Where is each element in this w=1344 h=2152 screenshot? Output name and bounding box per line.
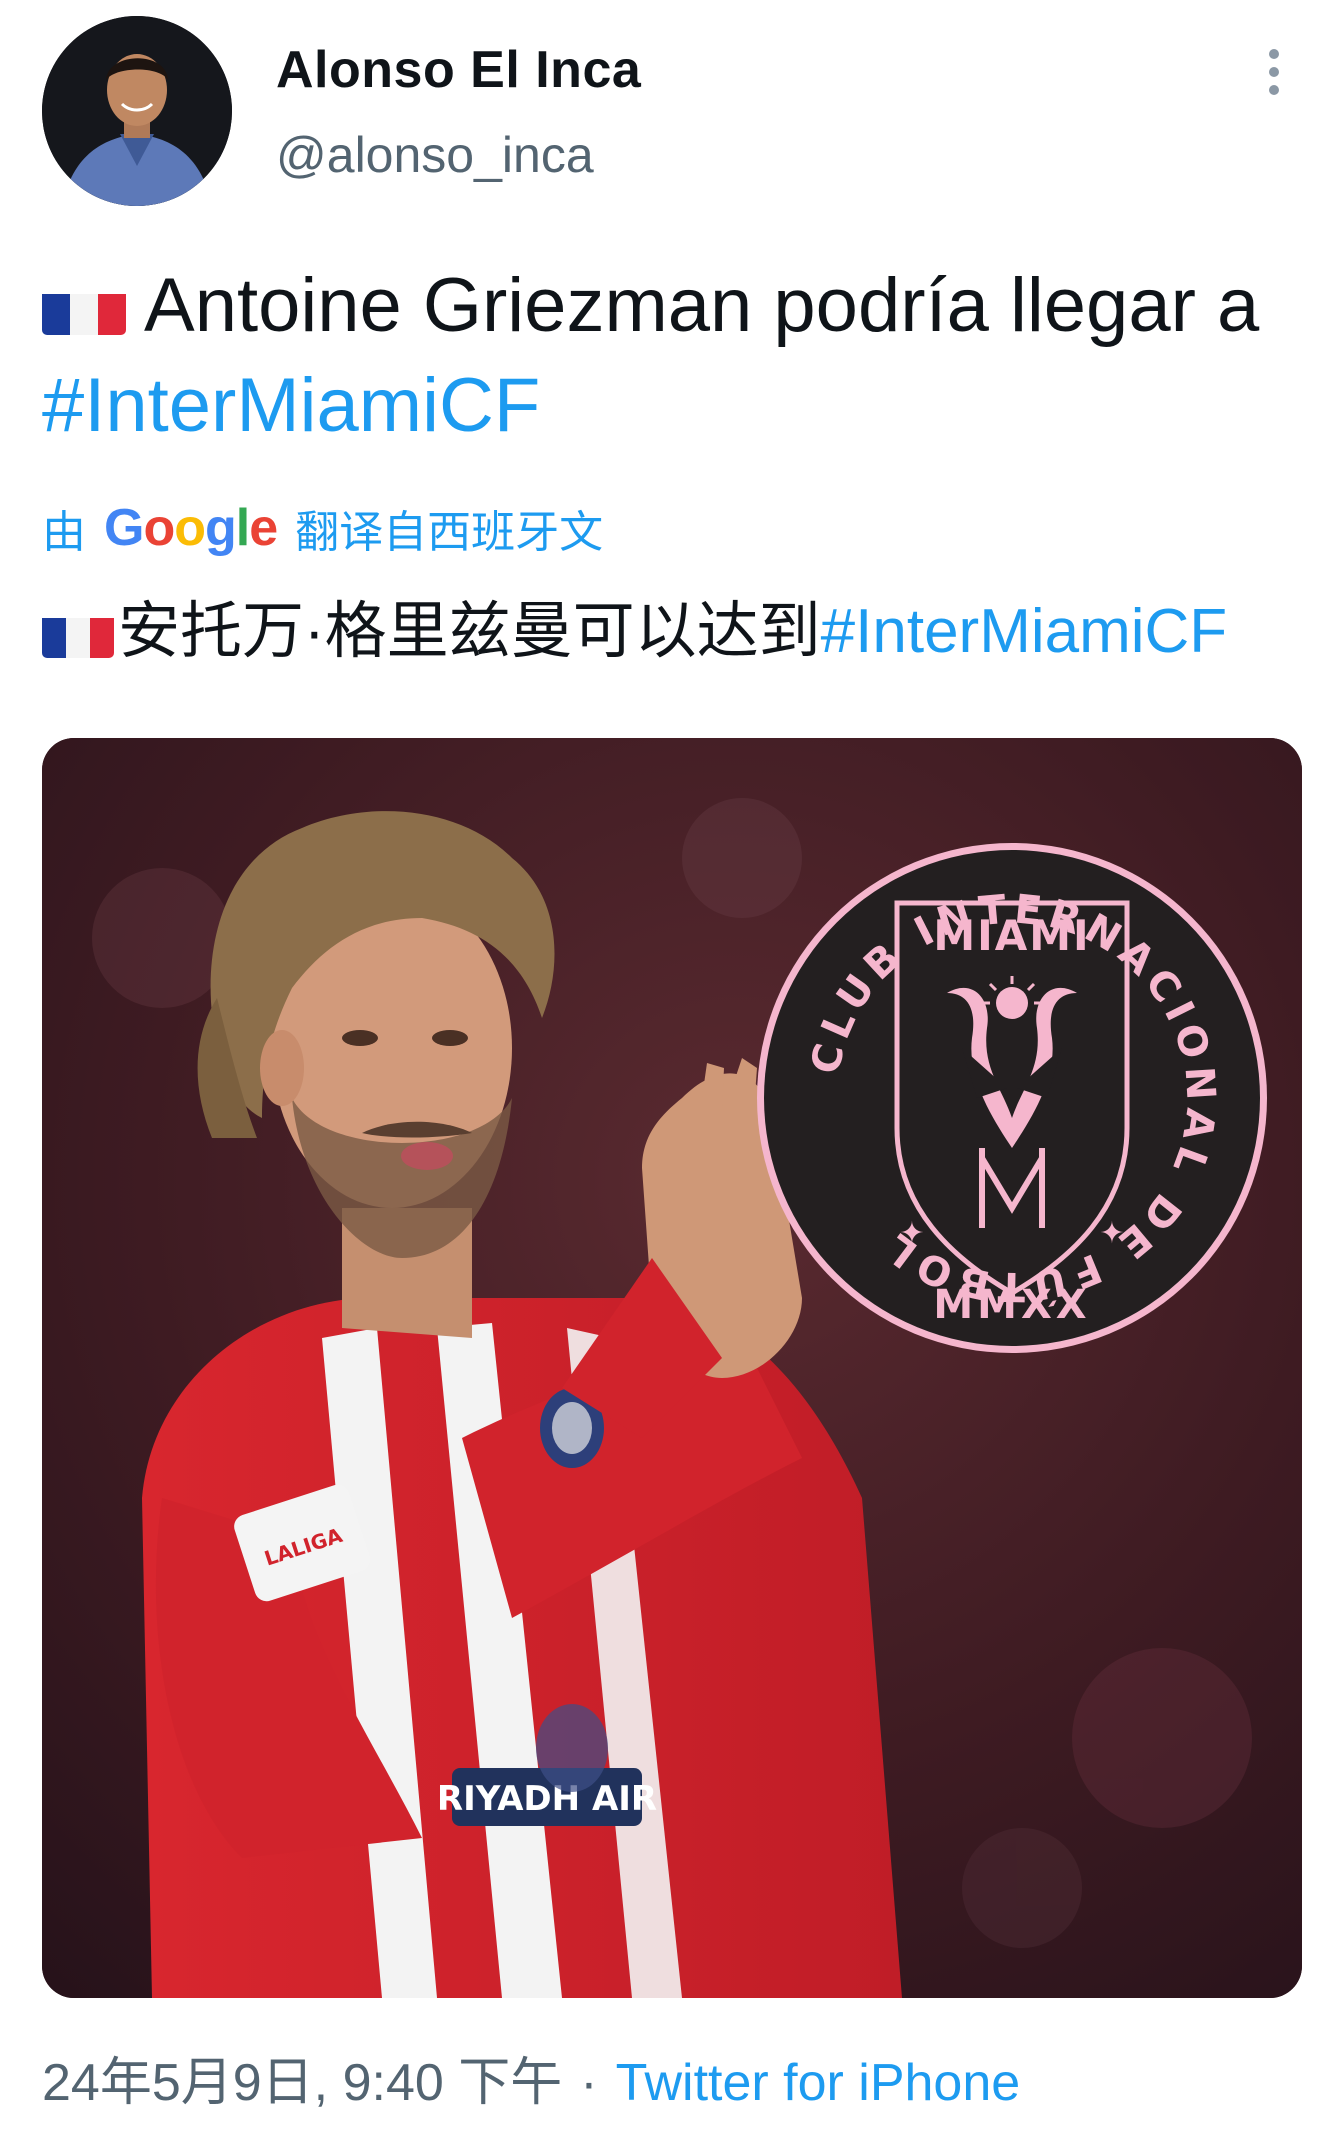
svg-text:✦: ✦ (1099, 1216, 1124, 1251)
france-flag-icon (42, 277, 126, 335)
translated-hashtag-link[interactable]: #InterMiamiCF (821, 597, 1228, 666)
meta-separator: · (580, 2054, 598, 2112)
translation-suffix: 翻译自西班牙文 (295, 508, 604, 557)
svg-text:RIYADH AIR: RIYADH AIR (437, 1779, 657, 1819)
tweet-media-image[interactable]: LALIGA RIYADH AIR CLUB INTERNACIONAL DE … (42, 738, 1302, 1998)
hashtag-link[interactable]: #InterMiamiCF (42, 363, 540, 448)
author-display-name[interactable]: Alonso El Inca (276, 40, 641, 100)
inter-miami-logo: CLUB INTERNACIONAL DE FÚTBOL MIAMI ✦ ✦ M… (757, 843, 1267, 1353)
more-options-icon[interactable] (1262, 46, 1286, 98)
translation-attribution[interactable]: 由 Google 翻译自西班牙文 (42, 496, 603, 560)
author-avatar[interactable] (42, 16, 232, 206)
tweet-text: Antoine Griezman podría llegar a #InterM… (42, 256, 1312, 456)
tweet-meta: 24年5月9日, 9:40 下午 · Twitter for iPhone (42, 2040, 1020, 2115)
svg-text:✦: ✦ (899, 1216, 924, 1251)
avatar-photo (42, 16, 232, 206)
author-handle[interactable]: @alonso_inca (276, 126, 594, 184)
france-flag-icon (42, 608, 114, 658)
google-logo-icon: Google (104, 499, 278, 557)
translation-prefix: 由 (42, 508, 86, 557)
translated-text: 安托万·格里兹曼可以达到#InterMiamiCF (42, 592, 1322, 672)
tweet-body: Antoine Griezman podría llegar a (144, 263, 1260, 348)
svg-text:MMXX: MMXX (933, 1282, 1090, 1328)
tweet-timestamp[interactable]: 24年5月9日, 9:40 下午 (42, 2054, 562, 2112)
svg-text:MIAMI: MIAMI (933, 911, 1090, 960)
translated-body: 安托万·格里兹曼可以达到 (118, 597, 821, 666)
tweet-source-link[interactable]: Twitter for iPhone (616, 2054, 1021, 2112)
